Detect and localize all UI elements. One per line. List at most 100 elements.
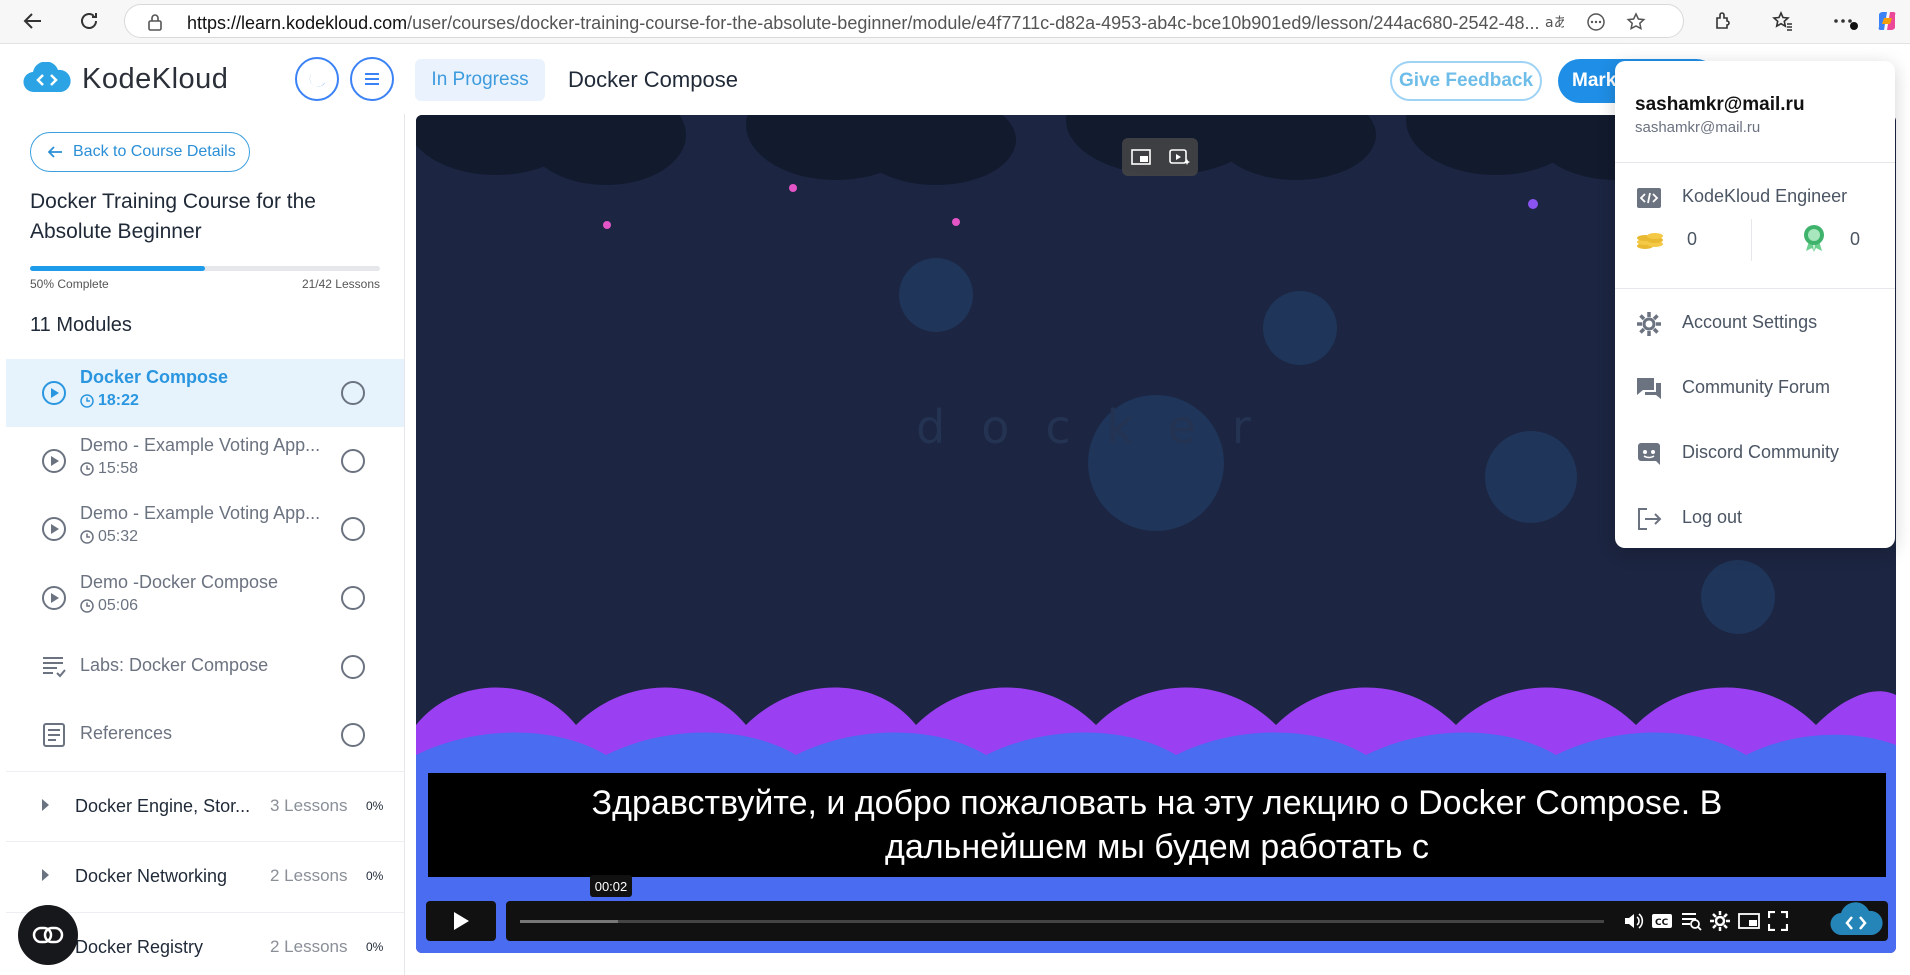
lesson-item[interactable]: Docker Compose 18:22 (6, 359, 404, 427)
chat-link-icon (32, 926, 64, 944)
fullscreen-icon[interactable] (1766, 909, 1790, 933)
captions-icon[interactable]: CC (1650, 909, 1674, 933)
favorites-icon[interactable] (1768, 6, 1798, 36)
lesson-name: Demo - Example Voting App... (80, 503, 321, 523)
forum-icon (1637, 378, 1661, 399)
lesson-complete-checkbox[interactable] (341, 655, 365, 679)
course-progress-bar (30, 266, 380, 271)
give-feedback-button[interactable]: Give Feedback (1390, 61, 1542, 101)
lesson-name: Docker Compose (80, 367, 229, 387)
menu-item-community-forum[interactable]: Community Forum (1615, 367, 1895, 407)
badge-award-icon (1804, 225, 1824, 252)
lessons-count-label: 21/42 Lessons (301, 277, 380, 291)
play-icon (454, 912, 469, 930)
exit-pip-icon[interactable] (1130, 147, 1152, 167)
translate-icon[interactable]: aあ (1543, 11, 1565, 33)
lesson-duration: 15:58 (98, 460, 139, 477)
lesson-item[interactable]: Demo - Example Voting App... 15:58 (6, 427, 404, 495)
lab-list-icon (43, 657, 66, 678)
play-button[interactable] (426, 901, 496, 941)
module-lesson-count: 2 Lessons (270, 937, 348, 956)
settings-gear-icon[interactable] (1708, 909, 1732, 933)
extensions-icon[interactable] (1708, 6, 1738, 36)
logout-icon (1638, 508, 1662, 530)
menu-item-label: Log out (1682, 507, 1743, 527)
module-name: Docker Registry (75, 937, 204, 957)
moon-icon (309, 71, 325, 87)
menu-item-discord[interactable]: Discord Community (1615, 432, 1895, 472)
badges-count: 0 (1850, 229, 1861, 249)
lesson-complete-checkbox[interactable] (341, 723, 365, 747)
buffered-bar (520, 920, 618, 923)
document-icon (43, 723, 65, 747)
module-lesson-count: 3 Lessons (270, 796, 348, 815)
lesson-name: Labs: Docker Compose (80, 655, 269, 675)
play-circle-icon (42, 381, 66, 405)
subtitle-line-1: Здравствуйте, и добро пожаловать на эту … (591, 784, 1723, 822)
lock-icon (147, 13, 163, 36)
back-to-course-button[interactable]: Back to Course Details (30, 132, 250, 172)
play-circle-icon (42, 586, 66, 610)
video-enhance-icon[interactable] (1168, 147, 1190, 167)
hamburger-icon (365, 73, 379, 85)
plan-label: KodeKloud Engineer (1682, 186, 1848, 206)
module-percent: 0% (366, 940, 384, 954)
course-title: Docker Training Course for the Absolute … (30, 190, 316, 243)
menu-item-label: Account Settings (1682, 312, 1818, 332)
progress-fill (30, 266, 205, 271)
menu-item-account-settings[interactable]: Account Settings (1615, 302, 1895, 342)
menu-item-logout[interactable]: Log out (1615, 497, 1895, 537)
dark-mode-button[interactable] (295, 57, 339, 101)
favorite-star-icon[interactable] (1625, 11, 1647, 33)
lesson-item[interactable]: Demo - Example Voting App... 05:32 (6, 495, 404, 563)
discord-icon (1638, 443, 1660, 465)
lesson-duration: 18:22 (98, 392, 139, 409)
coins-count: 0 (1687, 229, 1698, 249)
lesson-item[interactable]: References (6, 701, 404, 769)
gear-icon (1637, 312, 1661, 336)
lesson-complete-checkbox[interactable] (341, 586, 365, 610)
module-item[interactable]: Docker Engine, Stor... 3 Lessons 0% (6, 771, 404, 841)
clock-icon (80, 462, 94, 476)
pip-icon[interactable] (1737, 909, 1761, 933)
progress-timeline[interactable] (520, 920, 1604, 923)
module-name: Docker Networking (75, 866, 228, 886)
status-badge: In Progress (415, 59, 545, 101)
reload-icon[interactable] (74, 6, 104, 36)
lesson-item[interactable]: Demo -Docker Compose 05:06 (6, 564, 404, 632)
module-lesson-count: 2 Lessons (270, 866, 348, 885)
more-options-icon[interactable] (1585, 11, 1607, 33)
kodekloud-logo[interactable]: KodeKloud (22, 62, 228, 96)
account-email: sashamkr@mail.ru (1635, 119, 1761, 136)
lesson-item[interactable]: Labs: Docker Compose (6, 633, 404, 701)
module-item[interactable]: Docker Networking 2 Lessons 0% (6, 841, 404, 911)
lesson-complete-checkbox[interactable] (341, 381, 365, 405)
transcript-icon[interactable] (1679, 909, 1703, 933)
video-subtitle: Здравствуйте, и добро пожаловать на эту … (428, 773, 1886, 877)
page-title: Docker Compose (568, 67, 738, 92)
control-bar: 00:02 CC (506, 875, 1888, 941)
lesson-complete-checkbox[interactable] (341, 517, 365, 541)
logo-text: KodeKloud (82, 62, 229, 95)
modules-count: 11 Modules (30, 314, 132, 336)
settings-more-icon[interactable] (1830, 6, 1860, 36)
volume-icon[interactable] (1622, 909, 1646, 933)
copilot-icon[interactable] (1872, 6, 1902, 36)
lesson-complete-checkbox[interactable] (341, 449, 365, 473)
account-name: sashamkr@mail.ru (1635, 94, 1805, 115)
progress-percent-label: 50% Complete (30, 277, 109, 291)
module-percent: 0% (366, 799, 384, 813)
kodekloud-watermark-icon (1828, 901, 1884, 941)
code-icon (1637, 188, 1661, 208)
module-name: Docker Engine, Stor... (75, 796, 251, 816)
chat-support-button[interactable] (18, 905, 78, 965)
subtitle-line-2: дальнейшем мы будем работать с (885, 828, 1429, 866)
clock-icon (80, 530, 94, 544)
back-arrow-icon[interactable] (18, 6, 48, 36)
arrow-left-icon (47, 146, 62, 158)
caret-right-icon (42, 799, 49, 811)
caret-right-icon (42, 869, 49, 881)
address-bar[interactable]: https://learn.kodekloud.com/user/courses… (124, 4, 1684, 38)
lesson-name: Demo - Example Voting App... (80, 435, 321, 455)
menu-button[interactable] (350, 57, 394, 101)
